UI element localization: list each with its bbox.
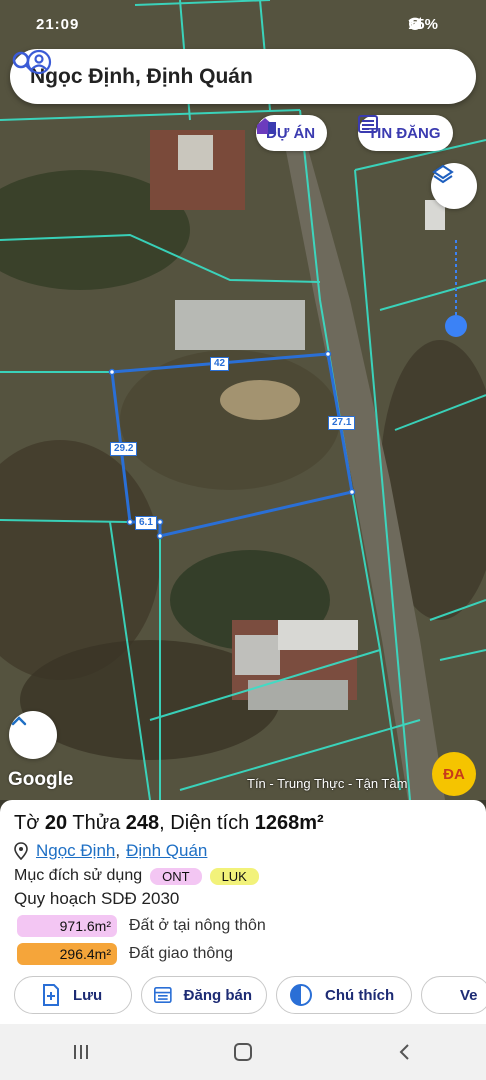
district-link[interactable]: Định Quán bbox=[126, 841, 207, 861]
add-bookmark-icon bbox=[43, 984, 59, 1006]
location-pin-icon bbox=[14, 842, 28, 860]
parcel-prefix: Thửa bbox=[72, 812, 121, 834]
status-bar: 21:09 15% bbox=[0, 0, 486, 48]
expand-sheet-button[interactable] bbox=[9, 711, 57, 759]
legend-button[interactable]: Chú thích bbox=[276, 976, 412, 1014]
newspaper-icon bbox=[358, 115, 378, 133]
save-button[interactable]: Lưu bbox=[14, 976, 132, 1014]
system-nav-bar bbox=[0, 1024, 486, 1080]
back-icon[interactable] bbox=[394, 1041, 416, 1063]
area-prefix: , Diện tích bbox=[159, 812, 250, 834]
home-icon[interactable] bbox=[232, 1041, 254, 1063]
map-watermark: Tín - Trung Thực - Tận Tâm bbox=[247, 776, 408, 791]
sheet-number: 20 bbox=[44, 812, 68, 834]
listing-chip[interactable]: TIN ĐĂNG bbox=[358, 115, 453, 151]
status-time: 21:09 bbox=[36, 16, 80, 33]
layers-icon bbox=[432, 164, 454, 184]
plan-row-label: Đất giao thông bbox=[129, 945, 234, 962]
action-bar: Lưu Đăng bán Chú thích Ve bbox=[14, 976, 486, 1014]
more-label: Ve bbox=[460, 986, 478, 1004]
search-icon[interactable] bbox=[10, 49, 36, 75]
plan-row: 296.4m² Đất giao thông bbox=[14, 943, 472, 965]
edge-label-top: 42 bbox=[210, 357, 230, 371]
post-label: Đăng bán bbox=[183, 986, 252, 1004]
parcel-number: 248 bbox=[125, 812, 160, 834]
plan-row: 971.6m² Đất ở tại nông thôn bbox=[14, 915, 472, 937]
more-button[interactable]: Ve bbox=[421, 976, 486, 1014]
purpose-tag-luk: LUK bbox=[209, 867, 259, 885]
parcel-location: Ngọc Định, Định Quán bbox=[14, 841, 472, 861]
legend-label: Chú thích bbox=[325, 986, 395, 1004]
parcel-info-sheet: Tờ 20 Thửa 248, Diện tích 1268m² Ngọc Đị… bbox=[0, 800, 486, 1024]
edge-label-right: 27.1 bbox=[328, 416, 356, 430]
sheet-prefix: Tờ bbox=[14, 812, 40, 834]
contrast-icon bbox=[290, 984, 312, 1006]
plan-title: Quy hoạch SDĐ 2030 bbox=[14, 889, 180, 908]
brand-logo: ĐA bbox=[432, 752, 476, 796]
post-for-sale-button[interactable]: Đăng bán bbox=[141, 976, 267, 1014]
plan-area-badge: 296.4m² bbox=[17, 943, 117, 965]
search-query[interactable]: Ngọc Định, Định Quán bbox=[30, 65, 476, 89]
search-bar[interactable]: Ngọc Định, Định Quán bbox=[10, 49, 476, 104]
edge-label-bottom: 6.1 bbox=[135, 516, 157, 530]
google-logo: Google bbox=[8, 769, 74, 790]
chevron-up-icon bbox=[11, 716, 27, 726]
recent-apps-icon[interactable] bbox=[70, 1041, 92, 1063]
listing-icon bbox=[154, 986, 172, 1004]
listing-chip-label: TIN ĐĂNG bbox=[368, 124, 441, 142]
purpose-tag-ont: ONT bbox=[150, 867, 202, 885]
signal-icon bbox=[408, 17, 421, 29]
edge-label-left: 29.2 bbox=[110, 442, 138, 456]
plan-area-badge: 971.6m² bbox=[17, 915, 117, 937]
project-chip[interactable]: DỰ ÁN bbox=[256, 115, 328, 151]
commune-link[interactable]: Ngọc Định bbox=[36, 841, 115, 861]
satellite-map[interactable]: 42 27.1 29.2 6.1 21:09 15% Ngọc Định, Đị… bbox=[0, 0, 486, 800]
land-use-purpose: Mục đích sử dụng ONT LUK bbox=[14, 867, 472, 885]
home-building-icon bbox=[257, 118, 276, 134]
layers-button[interactable] bbox=[431, 163, 477, 209]
purpose-label: Mục đích sử dụng bbox=[14, 867, 143, 884]
parcel-area: 1268m² bbox=[254, 812, 324, 834]
parcel-title: Tờ 20 Thửa 248, Diện tích 1268m² bbox=[14, 812, 472, 835]
save-label: Lưu bbox=[73, 986, 103, 1004]
status-icons: 15% bbox=[408, 16, 438, 33]
plan-row-label: Đất ở tại nông thôn bbox=[129, 917, 266, 934]
